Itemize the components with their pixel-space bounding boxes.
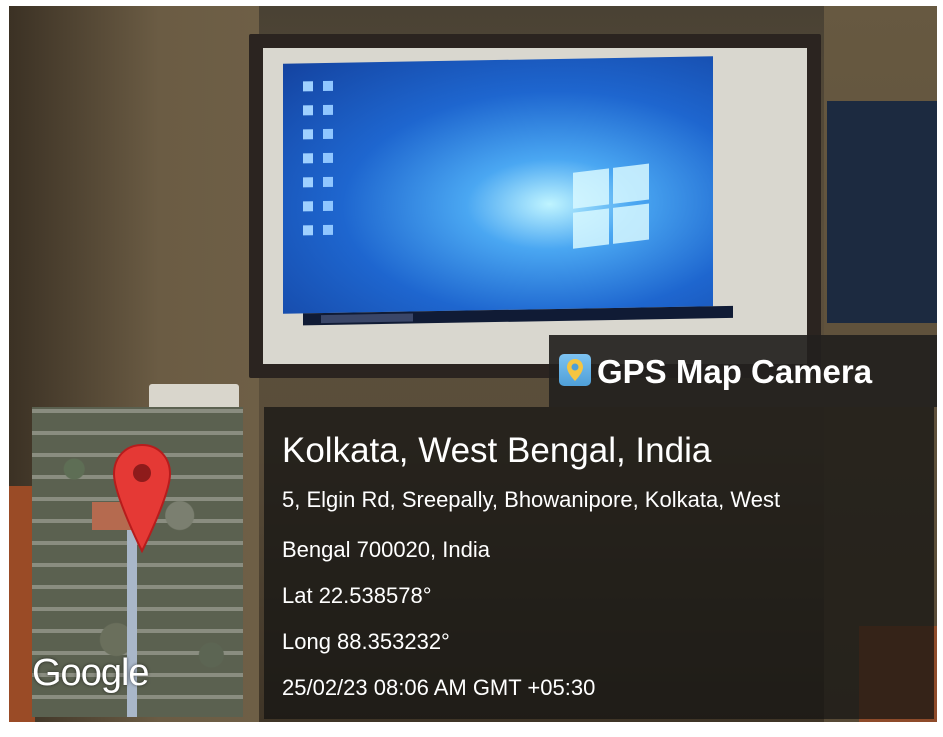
photo-frame: Google GPS Map Camera Kolkata, West Beng… — [9, 6, 937, 722]
side-panel — [827, 101, 937, 323]
taskbar — [303, 305, 733, 326]
gps-map-camera-icon — [559, 354, 591, 386]
app-name: GPS Map Camera — [597, 353, 873, 390]
timestamp: 25/02/23 08:06 AM GMT +05:30 — [282, 675, 596, 700]
address-line-2: Bengal 700020, India — [282, 537, 490, 562]
desktop-icons — [303, 81, 353, 252]
app-badge: GPS Map Camera — [549, 335, 937, 407]
location-info: Kolkata, West Bengal, India 5, Elgin Rd,… — [264, 407, 934, 719]
windows-logo-icon — [573, 163, 651, 251]
map-thumbnail: Google — [32, 407, 243, 717]
google-attribution: Google — [32, 652, 150, 694]
map-pin-icon — [112, 443, 172, 553]
projected-desktop — [283, 56, 733, 326]
whiteboard-surface — [263, 48, 807, 364]
whiteboard — [249, 34, 821, 378]
latitude: Lat 22.538578° — [282, 583, 432, 608]
longitude: Long 88.353232° — [282, 629, 450, 654]
address-line-1: 5, Elgin Rd, Sreepally, Bhowanipore, Kol… — [282, 487, 781, 512]
location-title: Kolkata, West Bengal, India — [282, 431, 712, 470]
taskbar-search — [321, 313, 413, 324]
